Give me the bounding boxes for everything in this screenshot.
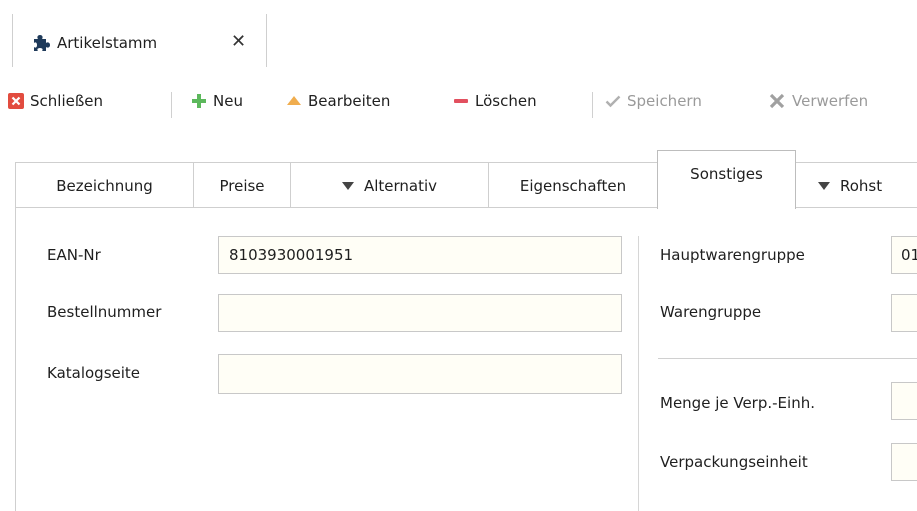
verpackungseinheit-field[interactable]	[891, 443, 917, 481]
triangle-up-icon	[287, 96, 301, 105]
close-square-icon	[8, 93, 24, 109]
bestellnummer-field[interactable]	[218, 294, 622, 332]
tab-eigenschaften-label: Eigenschaften	[519, 176, 627, 195]
save-button[interactable]: Speichern	[605, 89, 702, 113]
warengruppe-field[interactable]	[891, 294, 917, 332]
close-button[interactable]: Schließen	[8, 89, 103, 113]
katalogseite-label: Katalogseite	[47, 364, 141, 382]
puzzle-icon	[34, 35, 50, 51]
warengruppe-label: Warengruppe	[660, 303, 762, 321]
dropdown-triangle-icon	[818, 181, 830, 190]
delete-button[interactable]: Löschen	[453, 89, 537, 113]
delete-button-label: Löschen	[475, 92, 537, 110]
toolbar-separator	[171, 92, 172, 118]
checkmark-icon	[605, 95, 621, 108]
new-button-label: Neu	[213, 92, 243, 110]
tab-sonstiges-label: Sonstiges	[690, 165, 763, 183]
tab-bezeichnung-label: Bezeichnung	[56, 176, 153, 195]
discard-button[interactable]: Verwerfen	[768, 89, 868, 113]
edit-button[interactable]: Bearbeiten	[286, 89, 390, 113]
tab-bezeichnung[interactable]: Bezeichnung	[15, 162, 194, 208]
tab-alternativ[interactable]: Alternativ	[290, 162, 489, 208]
plus-icon	[192, 94, 206, 108]
toolbar-separator	[592, 92, 593, 118]
tab-preise-label: Preise	[219, 176, 265, 195]
tab-rohst-label: Rohst	[840, 176, 883, 195]
ean-label: EAN-Nr	[47, 246, 101, 264]
minus-icon	[454, 99, 468, 103]
document-tab-title: Artikelstamm	[57, 34, 158, 52]
new-button[interactable]: Neu	[191, 89, 243, 113]
document-tab-artikelstamm[interactable]: Artikelstamm ✕	[12, 14, 267, 67]
katalogseite-field[interactable]	[218, 354, 622, 394]
menge-field[interactable]	[891, 382, 917, 420]
edit-button-label: Bearbeiten	[308, 92, 391, 110]
tab-sonstiges[interactable]: Sonstiges	[657, 150, 796, 209]
close-button-label: Schließen	[30, 92, 104, 110]
dropdown-triangle-icon	[341, 181, 354, 190]
bestellnummer-label: Bestellnummer	[47, 303, 162, 321]
form-tabs: Bezeichnung Preise Alternativ Eigenschaf…	[15, 150, 917, 209]
cross-icon	[769, 93, 785, 109]
section-separator	[658, 358, 917, 359]
hauptwarengruppe-field[interactable]: 01	[891, 236, 917, 274]
close-icon[interactable]: ✕	[231, 31, 246, 52]
tab-alternativ-label: Alternativ	[363, 176, 438, 195]
toolbar: Schließen Neu Bearbeiten Löschen Speiche…	[0, 76, 917, 126]
tab-eigenschaften[interactable]: Eigenschaften	[488, 162, 658, 208]
menge-label: Menge je Verp.-Einh.	[660, 394, 815, 412]
save-button-label: Speichern	[627, 92, 702, 110]
discard-button-label: Verwerfen	[792, 92, 869, 110]
hauptwarengruppe-label: Hauptwarengruppe	[660, 246, 805, 264]
ean-field[interactable]: 8103930001951	[218, 236, 622, 274]
column-separator	[638, 236, 639, 511]
document-tabbar: Artikelstamm ✕	[0, 0, 917, 67]
tab-preise[interactable]: Preise	[193, 162, 291, 208]
tab-rohst[interactable]: Rohst	[795, 162, 917, 208]
verpackungseinheit-label: Verpackungseinheit	[660, 453, 808, 471]
